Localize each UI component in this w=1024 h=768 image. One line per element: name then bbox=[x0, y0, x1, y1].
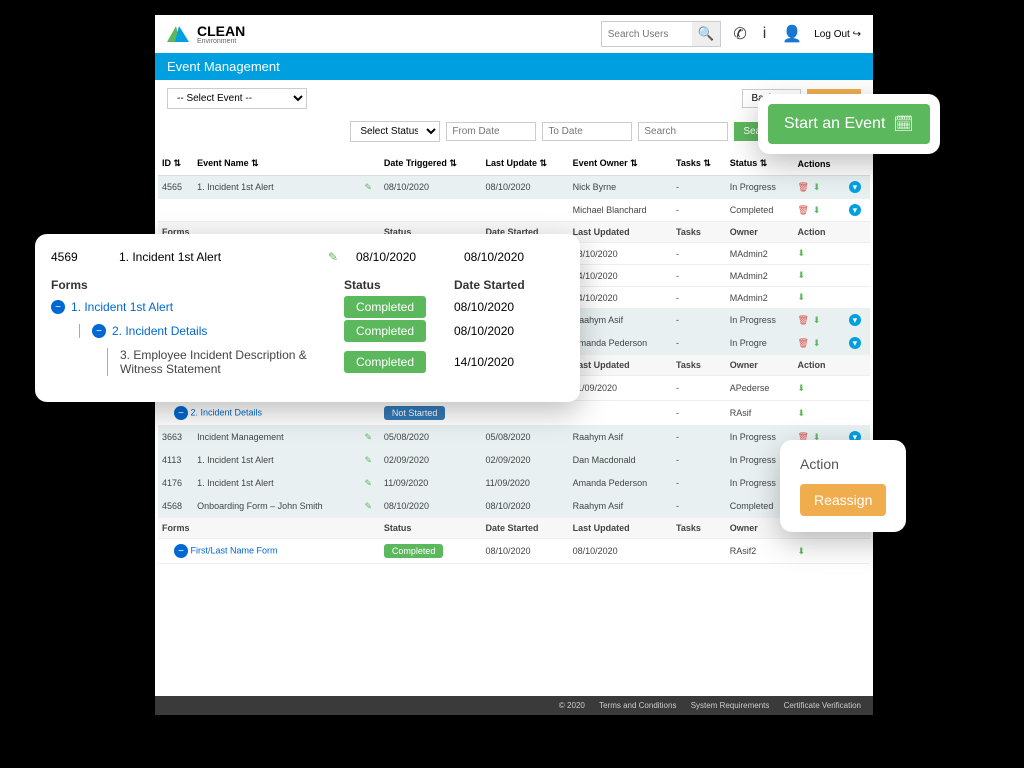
collapse-icon[interactable]: − bbox=[174, 544, 188, 558]
download-icon[interactable]: ⬇ bbox=[797, 248, 805, 258]
expand-icon[interactable]: ▾ bbox=[849, 314, 861, 326]
action-title: Action bbox=[800, 456, 886, 472]
detail-form-date: 08/10/2020 bbox=[454, 300, 564, 314]
start-event-popout: Start an Event🗓 bbox=[758, 94, 940, 154]
collapse-icon[interactable]: − bbox=[92, 324, 106, 338]
col-actions: Actions bbox=[793, 152, 844, 176]
form-row: − 2. Incident DetailsNot Started-RAsif⬇ bbox=[158, 401, 870, 426]
detail-name: 1. Incident 1st Alert bbox=[119, 250, 320, 264]
detail-h-started: Date Started bbox=[454, 278, 564, 292]
user-search-input[interactable] bbox=[602, 25, 692, 44]
table-row: Michael Blanchard-Completed🗑⬇▾ bbox=[158, 199, 870, 222]
edit-icon[interactable]: ✎ bbox=[328, 250, 348, 264]
detail-id: 4569 bbox=[51, 250, 111, 264]
user-icon[interactable]: 👤 bbox=[778, 24, 806, 44]
collapse-icon[interactable]: − bbox=[174, 406, 188, 420]
select-status[interactable]: Select Status bbox=[350, 121, 440, 142]
table-row: 4568Onboarding Form – John Smith✎08/10/2… bbox=[158, 495, 870, 518]
download-icon[interactable]: ⬇ bbox=[797, 408, 805, 418]
filter-search-input[interactable] bbox=[638, 122, 728, 141]
header: CLEAN Environment 🔍 ✆ i 👤 Log Out ↪ bbox=[155, 15, 873, 53]
table-row: 3663Incident Management✎05/08/202005/08/… bbox=[158, 426, 870, 449]
detail-h-forms: Forms bbox=[51, 278, 344, 292]
info-icon[interactable]: i bbox=[759, 25, 771, 43]
edit-icon[interactable]: ✎ bbox=[364, 478, 372, 488]
status-badge: Completed bbox=[344, 320, 426, 342]
table-row: 41761. Incident 1st Alert✎11/09/202011/0… bbox=[158, 472, 870, 495]
download-icon[interactable]: ⬇ bbox=[813, 338, 821, 348]
download-icon[interactable]: ⬇ bbox=[797, 292, 805, 302]
action-popout: Action Reassign bbox=[780, 440, 906, 532]
col-name[interactable]: Event Name ⇅ bbox=[193, 152, 360, 176]
detail-form-row: − 2. Incident DetailsCompleted08/10/2020 bbox=[51, 324, 564, 338]
status-badge: Completed bbox=[344, 296, 426, 318]
reassign-button[interactable]: Reassign bbox=[800, 484, 886, 516]
logout-link[interactable]: Log Out ↪ bbox=[814, 29, 861, 40]
col-triggered[interactable]: Date Triggered ⇅ bbox=[380, 152, 482, 176]
brand-sub: Environment bbox=[197, 38, 245, 45]
col-id[interactable]: ID ⇅ bbox=[158, 152, 193, 176]
expand-icon[interactable]: ▾ bbox=[849, 337, 861, 349]
table-header: ID ⇅ Event Name ⇅ Date Triggered ⇅ Last … bbox=[158, 152, 870, 176]
status-badge: Completed bbox=[344, 351, 426, 373]
footer-cert[interactable]: Certificate Verification bbox=[784, 701, 861, 710]
table-row: 41131. Incident 1st Alert✎02/09/202002/0… bbox=[158, 449, 870, 472]
footer: © 2020 Terms and Conditions System Requi… bbox=[155, 696, 873, 715]
detail-d1: 08/10/2020 bbox=[356, 250, 456, 264]
download-icon[interactable]: ⬇ bbox=[797, 383, 805, 393]
footer-sys[interactable]: System Requirements bbox=[691, 701, 770, 710]
edit-icon[interactable]: ✎ bbox=[364, 182, 372, 192]
form-row: − First/Last Name FormCompleted08/10/202… bbox=[158, 539, 870, 564]
edit-icon[interactable]: ✎ bbox=[364, 432, 372, 442]
collapse-icon[interactable]: − bbox=[51, 300, 65, 314]
expand-icon[interactable]: ▾ bbox=[849, 181, 861, 193]
calendar-icon: 🗓 bbox=[893, 114, 913, 134]
download-icon[interactable]: ⬇ bbox=[813, 315, 821, 325]
detail-d2: 08/10/2020 bbox=[464, 250, 564, 264]
expand-icon[interactable]: ▾ bbox=[849, 204, 861, 216]
detail-form-row: − 1. Incident 1st AlertCompleted08/10/20… bbox=[51, 300, 564, 314]
col-status[interactable]: Status ⇅ bbox=[726, 152, 794, 176]
edit-icon[interactable]: ✎ bbox=[364, 455, 372, 465]
delete-icon[interactable]: 🗑 bbox=[797, 315, 808, 325]
delete-icon[interactable]: 🗑 bbox=[797, 205, 808, 215]
status-badge: Not Started bbox=[384, 406, 446, 420]
page-title: Event Management bbox=[155, 53, 873, 80]
user-search-button[interactable]: 🔍 bbox=[692, 22, 721, 46]
col-tasks[interactable]: Tasks ⇅ bbox=[672, 152, 726, 176]
status-badge: Completed bbox=[384, 544, 444, 558]
download-icon[interactable]: ⬇ bbox=[813, 182, 821, 192]
download-icon[interactable]: ⬇ bbox=[797, 270, 805, 280]
delete-icon[interactable]: 🗑 bbox=[797, 338, 808, 348]
download-icon[interactable]: ⬇ bbox=[797, 546, 805, 556]
edit-icon[interactable]: ✎ bbox=[364, 501, 372, 511]
phone-icon[interactable]: ✆ bbox=[729, 24, 750, 44]
detail-form-date: 14/10/2020 bbox=[454, 355, 564, 369]
brand-logo: CLEAN Environment bbox=[167, 24, 593, 45]
to-date-input[interactable] bbox=[542, 122, 632, 141]
start-event-button[interactable]: Start an Event🗓 bbox=[768, 104, 930, 144]
select-event[interactable]: -- Select Event -- bbox=[167, 88, 307, 109]
detail-popout: 4569 1. Incident 1st Alert ✎ 08/10/2020 … bbox=[35, 234, 580, 402]
footer-copyright: © 2020 bbox=[559, 701, 585, 710]
detail-form-date: 08/10/2020 bbox=[454, 324, 564, 338]
logo-mark-icon bbox=[167, 26, 193, 42]
delete-icon[interactable]: 🗑 bbox=[797, 182, 808, 192]
footer-terms[interactable]: Terms and Conditions bbox=[599, 701, 676, 710]
detail-h-status: Status bbox=[344, 278, 454, 292]
col-owner[interactable]: Event Owner ⇅ bbox=[569, 152, 672, 176]
col-updated[interactable]: Last Update ⇅ bbox=[481, 152, 568, 176]
table-row: 45651. Incident 1st Alert✎08/10/202008/1… bbox=[158, 176, 870, 199]
detail-form-row: 3. Employee Incident Description & Witne… bbox=[51, 348, 564, 376]
user-search[interactable]: 🔍 bbox=[601, 21, 722, 47]
download-icon[interactable]: ⬇ bbox=[813, 205, 821, 215]
from-date-input[interactable] bbox=[446, 122, 536, 141]
brand-name: CLEAN bbox=[197, 24, 245, 38]
sub-header: FormsStatusDate StartedLast UpdatedTasks… bbox=[158, 518, 870, 539]
